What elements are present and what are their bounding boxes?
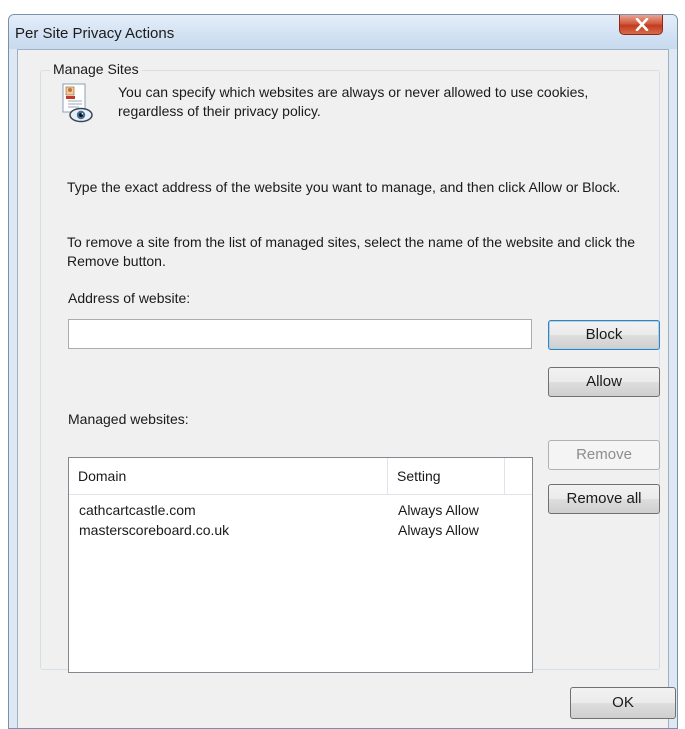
manage-sites-label: Manage Sites: [50, 61, 142, 77]
list-item-setting: Always Allow: [398, 522, 479, 538]
list-item[interactable]: cathcartcastle.com Always Allow: [69, 500, 532, 520]
block-button[interactable]: Block: [548, 320, 660, 350]
list-item[interactable]: masterscoreboard.co.uk Always Allow: [69, 520, 532, 540]
column-header-setting[interactable]: Setting: [388, 458, 505, 494]
list-item-domain: masterscoreboard.co.uk: [79, 522, 230, 538]
column-header-domain[interactable]: Domain: [69, 458, 388, 494]
close-icon: [635, 18, 649, 31]
managed-websites-list[interactable]: Domain Setting cathcartcastle.com Always…: [68, 457, 533, 673]
allow-button[interactable]: Allow: [548, 367, 660, 397]
remove-all-button[interactable]: Remove all: [548, 484, 660, 514]
remove-button[interactable]: Remove: [548, 440, 660, 470]
address-label: Address of website:: [68, 290, 191, 306]
list-header: Domain Setting: [69, 458, 532, 495]
address-input[interactable]: [68, 319, 532, 349]
instructions-remove: To remove a site from the list of manage…: [67, 234, 636, 269]
instructions-add: Type the exact address of the website yo…: [67, 179, 621, 195]
title-bar[interactable]: Per Site Privacy Actions: [9, 15, 677, 49]
dialog-body: Manage Sites You can specify which websi…: [17, 49, 676, 728]
privacy-cookie-icon: [59, 82, 95, 124]
intro-text: You can specify which websites are alway…: [118, 84, 589, 119]
window-title: Per Site Privacy Actions: [15, 25, 175, 42]
dialog-window: Per Site Privacy Actions Manage Sites Yo…: [8, 14, 678, 729]
list-item-setting: Always Allow: [398, 502, 479, 518]
close-button[interactable]: [619, 15, 663, 35]
managed-websites-label: Managed websites:: [68, 411, 189, 427]
list-item-domain: cathcartcastle.com: [79, 502, 196, 518]
ok-button[interactable]: OK: [570, 687, 676, 719]
